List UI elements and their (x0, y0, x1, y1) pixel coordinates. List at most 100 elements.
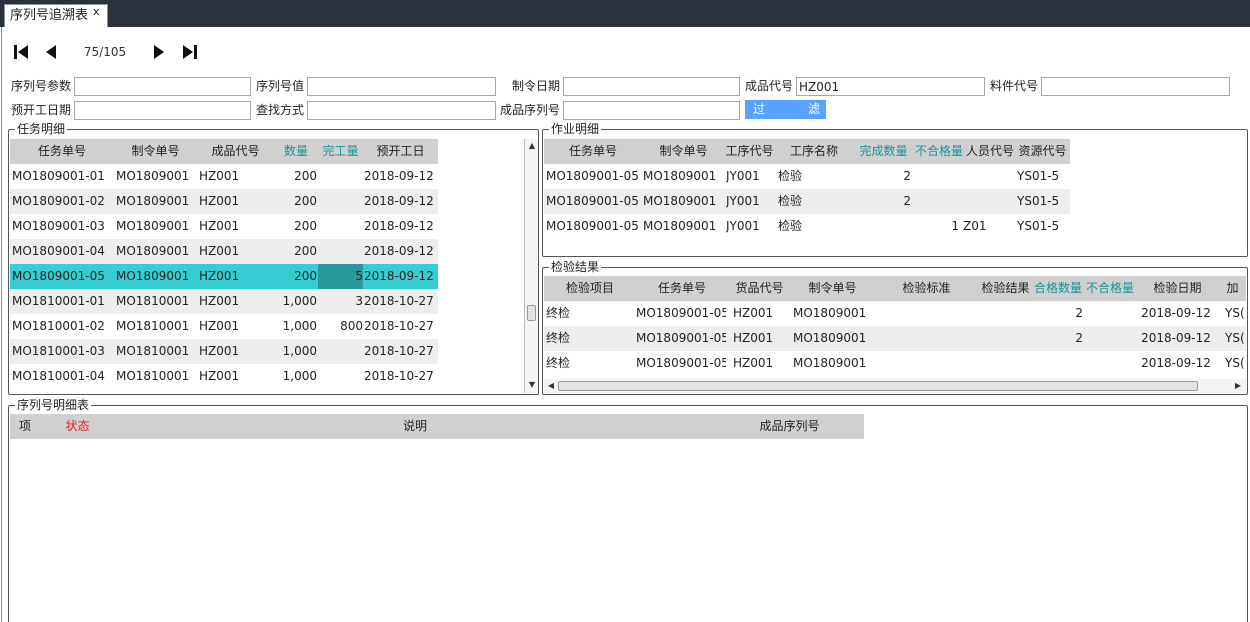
inspection-cell-item: 终检 (546, 356, 571, 370)
tasks-cell-done (318, 239, 363, 264)
inspection-col-header[interactable]: 制令单号 (791, 276, 874, 301)
product-code-input[interactable] (796, 77, 985, 96)
serials-col-header[interactable]: 项 (10, 414, 40, 439)
prev-icon (46, 45, 56, 59)
order-date-input[interactable] (563, 77, 740, 96)
table-row[interactable]: 终检 MO1809001-05 HZ001 MO1809001 2 2018-09-12 Y… (544, 326, 1246, 351)
tasks-cell-task: MO1810001-01 (12, 294, 105, 308)
tasks-cell-qty: 1,000 (282, 344, 317, 358)
serials-col-header[interactable]: 成品序列号 (715, 414, 864, 439)
inspection-col-header[interactable]: 加 (1219, 276, 1246, 301)
inspection-hscrollbar[interactable]: ◀ ▶ (544, 379, 1246, 393)
scroll-right-icon[interactable]: ▶ (1233, 381, 1243, 391)
table-row[interactable]: MO1809001-05 MO1809001 HZ001 200 5 2018-09-12 (10, 264, 438, 289)
inspection-cell-ng (1084, 326, 1134, 351)
inspection-cell-order: MO1809001 (793, 331, 867, 345)
serial-param-input[interactable] (74, 77, 251, 96)
operations-cell-proc_name: 检验 (778, 219, 803, 233)
scroll-left-icon[interactable]: ◀ (546, 381, 556, 391)
scroll-thumb[interactable] (527, 305, 536, 321)
hscroll-thumb[interactable] (558, 381, 1198, 391)
tab-close-button[interactable]: x (93, 5, 100, 18)
tasks-cell-task: MO1809001-05 (12, 269, 105, 283)
next-record-button[interactable] (150, 42, 168, 62)
scroll-up-icon[interactable]: ▲ (527, 141, 537, 151)
inspection-col-header[interactable]: 检验结果 (979, 276, 1032, 301)
tab-bar (0, 0, 1250, 27)
tasks-cell-order: MO1809001 (116, 219, 190, 233)
inspection-col-header[interactable]: 货品代号 (728, 276, 791, 301)
operations-col-header[interactable]: 人员代号 (965, 139, 1015, 164)
planned-start-input[interactable] (74, 101, 251, 120)
operations-col-header[interactable]: 制令单号 (642, 139, 725, 164)
table-row[interactable]: MO1810001-02 MO1810001 HZ001 1,000 800 2018-1… (10, 314, 438, 339)
tasks-col-header[interactable]: 预开工日 (363, 139, 438, 164)
tasks-cell-task: MO1810001-03 (12, 344, 105, 358)
operations-cell-resource: YS01-5 (1017, 219, 1060, 233)
tasks-col-header[interactable]: 完工量 (318, 139, 363, 164)
table-row[interactable]: MO1809001-05 MO1809001 JY001 检验 1 Z01 YS01-5 (544, 214, 1070, 239)
tasks-cell-start: 2018-10-27 (364, 369, 434, 383)
operations-col-header[interactable]: 工序名称 (774, 139, 854, 164)
tasks-cell-start: 2018-09-12 (364, 244, 434, 258)
inspection-cell-result (981, 301, 1032, 326)
table-row[interactable]: MO1809001-03 MO1809001 HZ001 200 2018-09-12 (10, 214, 438, 239)
table-row[interactable]: MO1810001-04 MO1810001 HZ001 1,000 2018-10-2… (10, 364, 438, 389)
inspection-cell-goods: HZ001 (733, 331, 774, 345)
tasks-col-header[interactable]: 成品代号 (197, 139, 274, 164)
serial-value-input[interactable] (307, 77, 496, 96)
tasks-cell-order: MO1810001 (116, 344, 190, 358)
operations-cell-done (854, 214, 911, 239)
product-serial-input[interactable] (563, 101, 740, 120)
part-code-input[interactable] (1041, 77, 1230, 96)
table-row[interactable]: MO1809001-02 MO1809001 HZ001 200 2018-09-12 (10, 189, 438, 214)
operations-cell-ng (913, 189, 959, 214)
tasks-cell-start: 2018-10-27 (364, 294, 434, 308)
inspection-col-header[interactable]: 检验日期 (1136, 276, 1219, 301)
operations-col-header[interactable]: 资源代号 (1015, 139, 1070, 164)
inspection-col-header[interactable]: 检验标准 (874, 276, 979, 301)
table-row[interactable]: MO1810001-03 MO1810001 HZ001 1,000 2018-10-2… (10, 339, 438, 364)
table-row[interactable]: MO1809001-01 MO1809001 HZ001 200 2018-09-12 (10, 164, 438, 189)
tasks-col-header[interactable]: 数量 (274, 139, 318, 164)
search-mode-label: 查找方式 (256, 103, 305, 117)
search-mode-input[interactable] (307, 101, 496, 120)
tasks-cell-qty: 1,000 (282, 369, 317, 383)
operations-cell-proc_code: JY001 (726, 219, 760, 233)
tasks-col-header[interactable]: 制令单号 (114, 139, 197, 164)
inspection-cell-date: 2018-09-12 (1141, 306, 1211, 320)
table-row[interactable]: 终检 MO1809001-05 HZ001 MO1809001 2 2018-09-12 Y… (544, 301, 1246, 326)
tasks-col-header[interactable]: 任务单号 (10, 139, 114, 164)
tasks-cell-product: HZ001 (199, 269, 240, 283)
table-row[interactable]: MO1809001-05 MO1809001 JY001 检验 2 YS01-5 (544, 164, 1070, 189)
first-record-button[interactable] (11, 42, 31, 62)
scroll-down-icon[interactable]: ▼ (527, 380, 537, 390)
tasks-cell-qty: 200 (294, 244, 317, 258)
tab-serial-trace[interactable]: 序列号追溯表 x (4, 4, 108, 27)
inspection-col-header[interactable]: 检验项目 (544, 276, 636, 301)
operations-col-header[interactable]: 不合格量 (913, 139, 965, 164)
serials-col-header[interactable]: 说明 (115, 414, 715, 439)
operations-col-header[interactable]: 任务单号 (544, 139, 642, 164)
inspection-col-header[interactable]: 任务单号 (636, 276, 728, 301)
tasks-cell-start: 2018-10-27 (364, 344, 434, 358)
inspection-cell-task: MO1809001-05 (636, 306, 726, 320)
operations-header-row: 任务单号 制令单号 工序代号 工序名称 完成数量 不合格量 人员代号 资源代号 (544, 139, 1070, 164)
previous-record-button[interactable] (42, 42, 60, 62)
table-row[interactable]: MO1810001-01 MO1810001 HZ001 1,000 3 2018-10-… (10, 289, 438, 314)
inspection-col-header[interactable]: 不合格量 (1084, 276, 1136, 301)
operations-col-header[interactable]: 完成数量 (854, 139, 913, 164)
table-row[interactable]: MO1809001-04 MO1809001 HZ001 200 2018-09-12 (10, 239, 438, 264)
inspection-col-header[interactable]: 合格数量 (1032, 276, 1084, 301)
inspection-cell-result (981, 351, 1032, 376)
skip-last-icon (183, 45, 197, 59)
task-grid-vscrollbar[interactable]: ▲ ▼ (524, 139, 538, 393)
operations-col-header[interactable]: 工序代号 (725, 139, 774, 164)
table-row[interactable]: 终检 MO1809001-05 HZ001 MO1809001 2018-09-12 YS… (544, 351, 1246, 376)
last-record-button[interactable] (180, 42, 200, 62)
filter-button[interactable]: 过滤 (745, 100, 826, 119)
table-row[interactable]: MO1809001-05 MO1809001 JY001 检验 2 YS01-5 (544, 189, 1070, 214)
serials-col-header[interactable]: 状态 (40, 414, 115, 439)
inspection-cell-date: 2018-09-12 (1141, 331, 1211, 345)
planned-start-label: 预开工日期 (11, 103, 72, 117)
